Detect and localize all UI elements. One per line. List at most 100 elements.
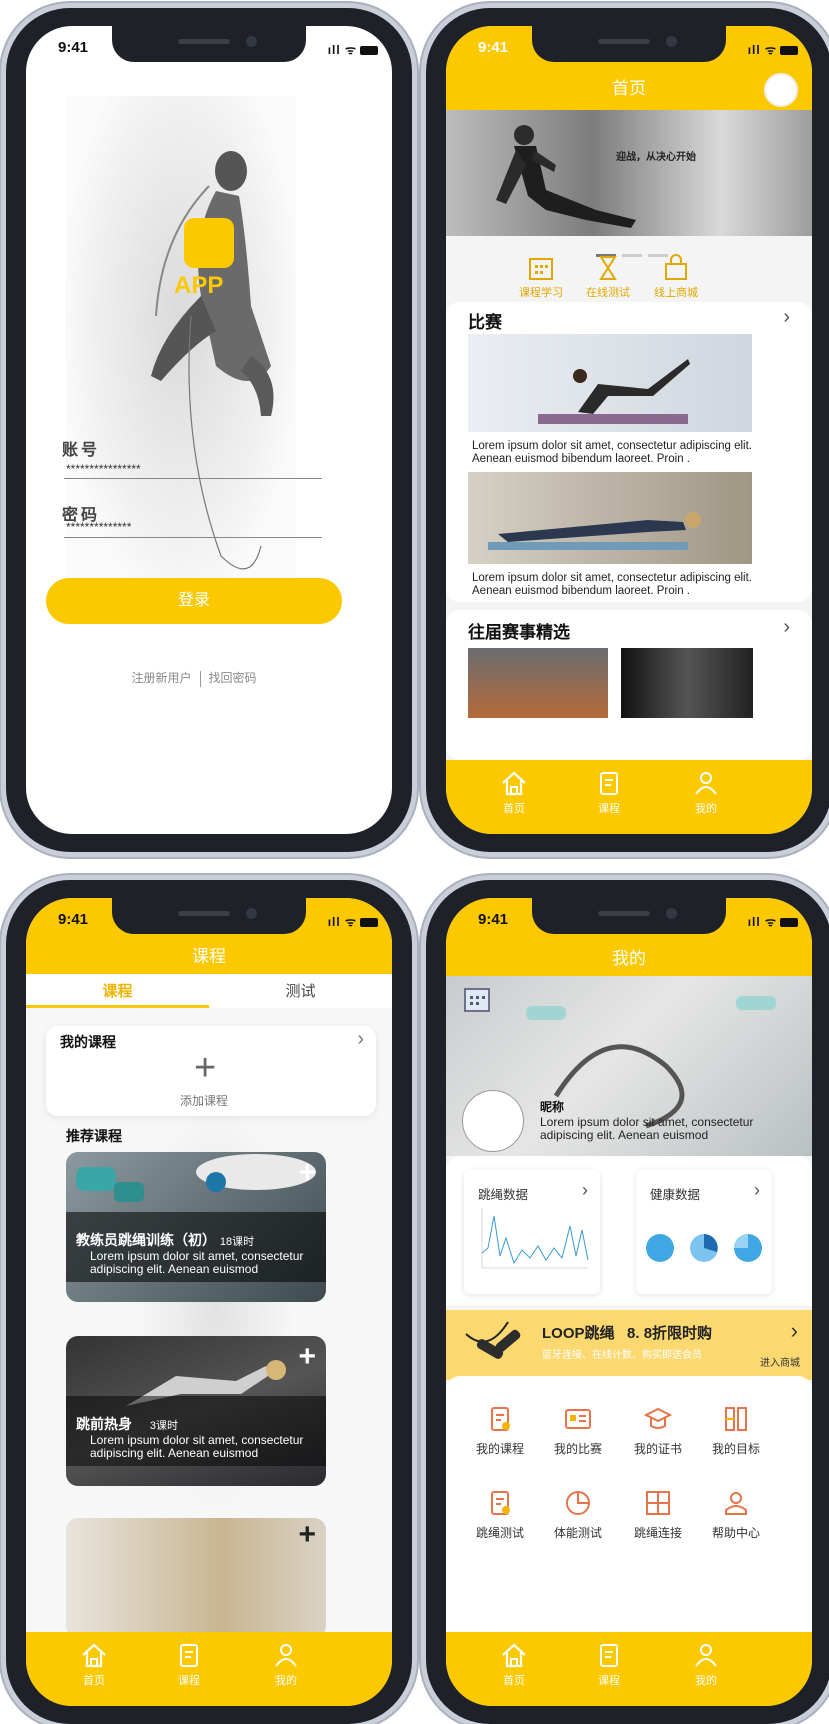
health-data-card[interactable]: 健康数据 › <box>636 1170 772 1294</box>
grid-my-matches[interactable]: 我的比赛 <box>538 1404 618 1457</box>
course-screen: 9:41 ıll ᯤ 课程 课程 测试 我的课程 › + 添加课程 推荐课程 +… <box>26 898 392 1706</box>
help-user-icon <box>725 1492 747 1515</box>
quick-online-mall[interactable]: 线上商城 <box>636 254 716 300</box>
grid-label: 体能测试 <box>553 1526 602 1540</box>
chevron-right-icon[interactable]: › <box>783 616 790 639</box>
grid-label: 我的证书 <box>633 1442 682 1456</box>
jump-data-card[interactable]: 跳绳数据 › <box>464 1170 600 1294</box>
chevron-right-icon[interactable]: › <box>791 1318 798 1344</box>
phone-login: 9:41 ıll ᯤ APP 账号 **************** 密码 **… <box>6 8 412 852</box>
tab-home[interactable]: 首页 <box>54 1640 134 1688</box>
grid-my-courses[interactable]: 我的课程 <box>460 1404 540 1457</box>
auth-links: 注册新用户 找回密码 <box>26 669 362 687</box>
tab-mine[interactable]: 我的 <box>666 1640 746 1688</box>
grid-label: 跳绳测试 <box>475 1526 524 1540</box>
login-button[interactable]: 登录 <box>46 578 342 624</box>
calendar-icon <box>529 258 553 280</box>
id-card-icon <box>565 1409 591 1429</box>
login-screen: 9:41 ıll ᯤ APP 账号 **************** 密码 **… <box>26 26 392 834</box>
chevron-right-icon[interactable]: › <box>582 1180 588 1201</box>
tab-mine[interactable]: 我的 <box>246 1640 326 1688</box>
status-time: 9:41 <box>58 39 89 56</box>
test-clipboard-icon <box>491 1491 510 1515</box>
health-data-title: 健康数据 <box>650 1188 701 1202</box>
grid-label: 我的目标 <box>711 1442 760 1456</box>
password-underline <box>64 537 322 538</box>
course-card-3[interactable]: + <box>66 1518 326 1638</box>
enter-mall-link[interactable]: 进入商城 <box>760 1354 800 1369</box>
course-card-1[interactable]: + 教练员跳绳训练（初） 18课时 Lorem ipsum dolor sit … <box>66 1152 326 1302</box>
tab-course[interactable]: 课程 <box>569 768 649 816</box>
course-card-2[interactable]: + 跳前热身 3课时 Lorem ipsum dolor sit amet, c… <box>66 1336 326 1486</box>
tab-home[interactable]: 首页 <box>474 768 554 816</box>
page-title: 首页 <box>612 79 646 98</box>
account-label: 账号 <box>62 442 101 459</box>
phone-home: 9:41 ıll ᯤ 首页 迎战，从决心开始 课程学习 在线测试 线上商城 比赛… <box>426 8 829 852</box>
signal-wifi-battery-icon: ıll ᯤ <box>748 913 798 930</box>
add-icon[interactable]: + <box>298 1518 316 1552</box>
avatar[interactable] <box>764 73 798 107</box>
grid-rope-connect[interactable]: 跳绳连接 <box>618 1488 698 1541</box>
tab-home[interactable]: 首页 <box>474 1640 554 1688</box>
account-underline <box>64 478 322 479</box>
clipboard-icon <box>180 1644 198 1667</box>
match-photo-2[interactable] <box>468 472 752 564</box>
promo-subtitle: 蓝牙连接、在线计数、购买即送会员 <box>542 1350 702 1361</box>
tab-label: 我的 <box>275 1675 297 1687</box>
recover-password-link[interactable]: 找回密码 <box>201 671 265 685</box>
match-text-2: Lorem ipsum dolor sit amet, consectetur … <box>472 572 752 597</box>
grid-label: 我的课程 <box>475 1442 524 1456</box>
past-photo-1[interactable] <box>468 648 608 718</box>
tab-mine[interactable]: 我的 <box>666 768 746 816</box>
grid-help-center[interactable]: 帮助中心 <box>696 1488 776 1541</box>
grid-my-certificates[interactable]: 我的证书 <box>618 1404 698 1457</box>
jump-line-chart <box>481 1208 589 1269</box>
tab-course[interactable]: 课程 <box>569 1640 649 1688</box>
tab-label: 课程 <box>178 1675 200 1687</box>
hero-banner[interactable]: 迎战，从决心开始 <box>446 110 812 236</box>
tab-bar: 首页 课程 我的 <box>446 760 812 834</box>
tab-course[interactable]: 课程 <box>26 980 209 1001</box>
avatar[interactable] <box>462 1090 524 1152</box>
graduation-cap-icon <box>643 1407 673 1429</box>
grid-label: 跳绳连接 <box>633 1526 682 1540</box>
chevron-right-icon[interactable]: › <box>783 306 790 329</box>
status-time: 9:41 <box>478 39 509 56</box>
register-link[interactable]: 注册新用户 <box>123 671 199 685</box>
promo-title: LOOP跳绳 8. 8折限时购 <box>542 1325 713 1342</box>
password-field[interactable]: ************** <box>66 520 131 534</box>
profile-bio: Lorem ipsum dolor sit amet, consectetur … <box>540 1115 754 1142</box>
grid-jump-test[interactable]: 跳绳测试 <box>460 1488 540 1541</box>
grid-my-goals[interactable]: 我的目标 <box>696 1404 776 1457</box>
clipboard-icon <box>600 772 618 795</box>
tab-test[interactable]: 测试 <box>209 980 392 1001</box>
tab-course[interactable]: 课程 <box>149 1640 229 1688</box>
calendar-icon[interactable] <box>462 984 492 1014</box>
course-subtabs: 课程 测试 <box>26 974 392 1008</box>
chevron-right-icon[interactable]: › <box>357 1028 364 1051</box>
shopping-bag-icon <box>665 254 687 280</box>
user-icon <box>695 772 717 795</box>
match-photo-1[interactable] <box>468 334 752 432</box>
my-courses-card[interactable]: 我的课程 › + 添加课程 <box>46 1026 376 1116</box>
tab-bar: 首页 课程 我的 <box>446 1632 812 1706</box>
banner-text: 迎战，从决心开始 <box>616 152 696 163</box>
grid-fitness-test[interactable]: 体能测试 <box>538 1488 618 1541</box>
add-icon[interactable]: + <box>298 1340 316 1374</box>
past-photo-2[interactable] <box>621 648 753 718</box>
account-field[interactable]: **************** <box>66 462 141 476</box>
phone-mine: 9:41 ıll ᯤ 我的 昵称 Lorem ipsum dolor sit a… <box>426 880 829 1724</box>
quick-label: 课程学习 <box>519 287 563 299</box>
add-icon[interactable]: + <box>194 1048 216 1088</box>
pie-chart-icon <box>566 1491 590 1515</box>
promo-banner[interactable]: LOOP跳绳 8. 8折限时购 蓝牙连接、在线计数、购买即送会员 › 进入商城 <box>446 1310 812 1380</box>
my-courses-title: 我的课程 <box>60 1034 116 1050</box>
add-icon[interactable]: + <box>298 1156 316 1190</box>
grid-label: 帮助中心 <box>711 1526 760 1540</box>
health-pie-charts <box>646 1234 762 1262</box>
status-bar: 9:41 ıll ᯤ <box>26 26 392 70</box>
app-label: APP <box>174 272 224 299</box>
chevron-right-icon[interactable]: › <box>754 1180 760 1201</box>
past-section-title: 往届赛事精选 <box>468 623 570 642</box>
home-icon <box>502 771 526 796</box>
